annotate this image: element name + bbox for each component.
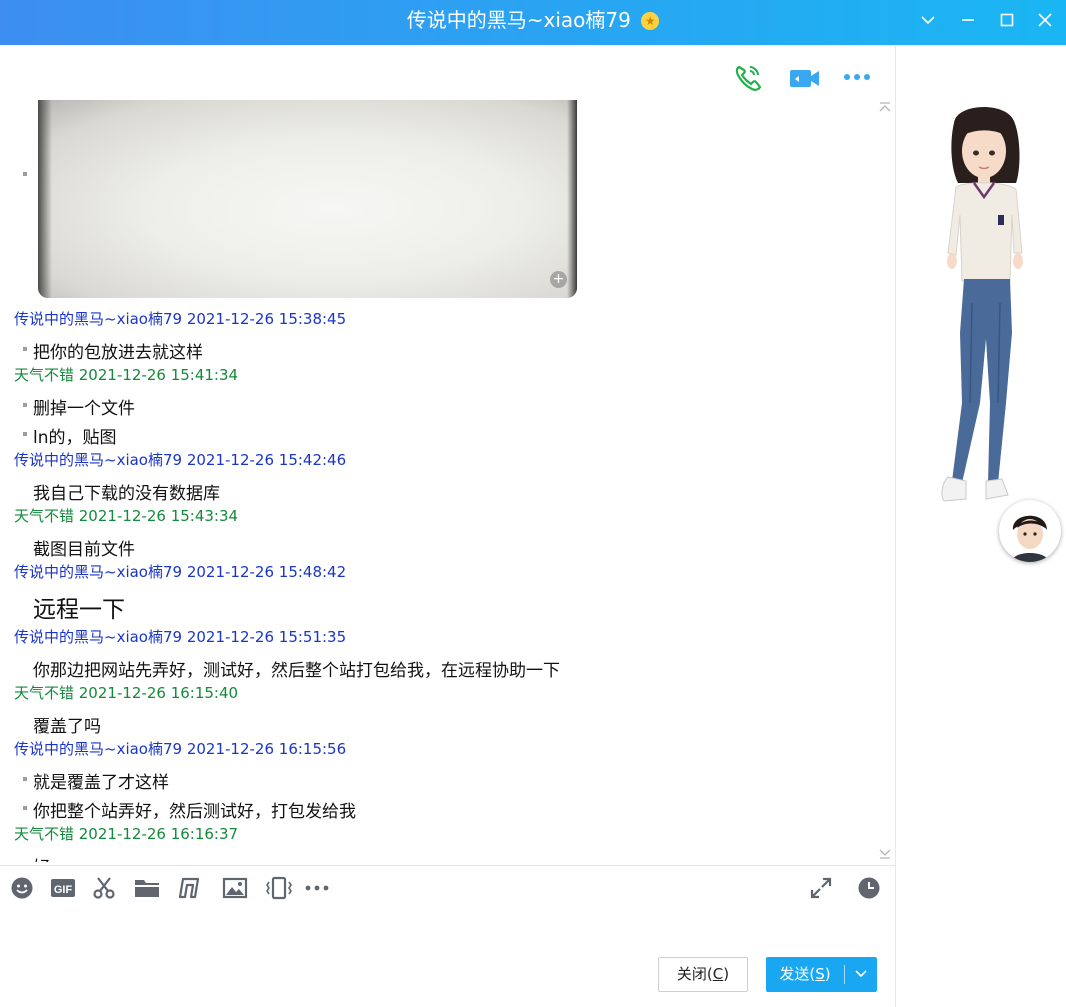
message-sender-header: 天气不错 2021-12-26 16:15:40: [14, 684, 239, 702]
gif-text: GIF: [54, 884, 73, 896]
minimize-icon[interactable]: [953, 5, 983, 35]
close-button-label: 关闭(: [676, 965, 713, 983]
send-button-end: ): [824, 965, 831, 983]
send-button-label: 发送(: [779, 965, 816, 983]
title-bar: 传说中的黑马~xiao楠79 ★: [0, 0, 1066, 45]
message-sender-header: 传说中的黑马~xiao楠79 2021-12-26 16:15:56: [14, 740, 347, 758]
message-sender-header: 传说中的黑马~xiao楠79 2021-12-26 15:48:42: [14, 563, 347, 581]
window-title: 传说中的黑马~xiao楠79: [406, 8, 631, 32]
call-actions: [0, 63, 895, 93]
shake-icon[interactable]: [262, 873, 292, 903]
send-button-key: S: [815, 965, 825, 983]
close-button-key: C: [712, 965, 724, 983]
chevron-down-icon[interactable]: [913, 5, 943, 35]
bullet-icon: [23, 806, 27, 810]
message-sender-header: 天气不错 2021-12-26 16:16:37: [14, 825, 239, 843]
image-message[interactable]: +: [38, 100, 577, 298]
scissors-icon[interactable]: [90, 873, 118, 903]
image-shadow-left: [38, 100, 52, 298]
bullet-icon: [23, 777, 27, 781]
more-icon[interactable]: [841, 63, 875, 93]
bullet-icon: [23, 432, 27, 436]
image-icon[interactable]: [220, 873, 248, 903]
divider: [0, 865, 895, 866]
bullet-icon: [23, 172, 27, 176]
close-button-end: ): [723, 965, 730, 983]
vip-star-icon: ★: [641, 12, 660, 30]
gif-icon[interactable]: GIF: [48, 873, 76, 903]
message-sender-header: 天气不错 2021-12-26 15:43:34: [14, 507, 239, 525]
chat-window: 传说中的黑马~xiao楠79 ★ + 传说中的黑马~xiao楠79 2021-1…: [0, 0, 1066, 1007]
message-sender-header: 传说中的黑马~xiao楠79 2021-12-26 15:51:35: [14, 628, 347, 646]
emoji-icon[interactable]: [8, 873, 36, 903]
music-icon[interactable]: [175, 873, 203, 903]
message-list: + 传说中的黑马~xiao楠79 2021-12-26 15:38:45 把你的包…: [0, 100, 880, 862]
character-avatar-image[interactable]: [926, 103, 1046, 523]
message-text: 就是覆盖了才这样: [33, 773, 169, 793]
folder-icon[interactable]: [132, 873, 160, 903]
close-icon[interactable]: [1030, 5, 1060, 35]
bullet-icon: [23, 403, 27, 407]
close-button[interactable]: 关闭(C): [658, 957, 748, 992]
bullet-icon: [23, 347, 27, 351]
avatar-panel: [895, 45, 1066, 1007]
window-title-wrap: 传说中的黑马~xiao楠79 ★: [0, 0, 1066, 40]
send-button-text[interactable]: 发送(S): [766, 957, 844, 992]
expand-icon[interactable]: [807, 873, 835, 903]
message-text: 把你的包放进去就这样: [33, 343, 203, 363]
maximize-icon[interactable]: [992, 5, 1022, 35]
scroll-up-icon[interactable]: [878, 100, 892, 114]
image-shadow-right: [567, 100, 577, 298]
message-text: 截图目前文件: [33, 540, 135, 560]
message-text: 删掉一个文件: [33, 399, 135, 419]
voice-call-icon[interactable]: [732, 63, 766, 93]
message-text: 我自己下载的没有数据库: [33, 484, 220, 504]
message-text: 好: [33, 853, 50, 862]
scroll-down-icon[interactable]: [878, 845, 892, 859]
message-input[interactable]: [8, 911, 878, 951]
input-toolbar: GIF: [0, 873, 895, 905]
send-button[interactable]: 发送(S): [766, 957, 877, 992]
message-text: 覆盖了吗: [33, 717, 101, 737]
message-sender-header: 传说中的黑马~xiao楠79 2021-12-26 15:42:46: [14, 451, 347, 469]
message-text: 你把整个站弄好，然后测试好，打包发给我: [33, 802, 356, 822]
video-call-icon[interactable]: [788, 63, 822, 93]
zoom-icon[interactable]: +: [550, 271, 567, 288]
history-icon[interactable]: [855, 873, 883, 903]
send-options-chevron-icon[interactable]: [845, 957, 877, 992]
message-text: 你那边把网站先弄好，测试好，然后整个站打包给我，在远程协助一下: [33, 661, 560, 681]
chat-panel: + 传说中的黑马~xiao楠79 2021-12-26 15:38:45 把你的包…: [0, 45, 895, 1007]
message-text: ln的，贴图: [33, 428, 117, 448]
message-sender-header: 天气不错 2021-12-26 15:41:34: [14, 366, 239, 384]
message-sender-header: 传说中的黑马~xiao楠79 2021-12-26 15:38:45: [14, 310, 347, 328]
mini-avatar-icon[interactable]: [999, 500, 1061, 562]
toolbar-more-icon[interactable]: [302, 873, 330, 903]
message-text: 远程一下: [33, 597, 125, 623]
